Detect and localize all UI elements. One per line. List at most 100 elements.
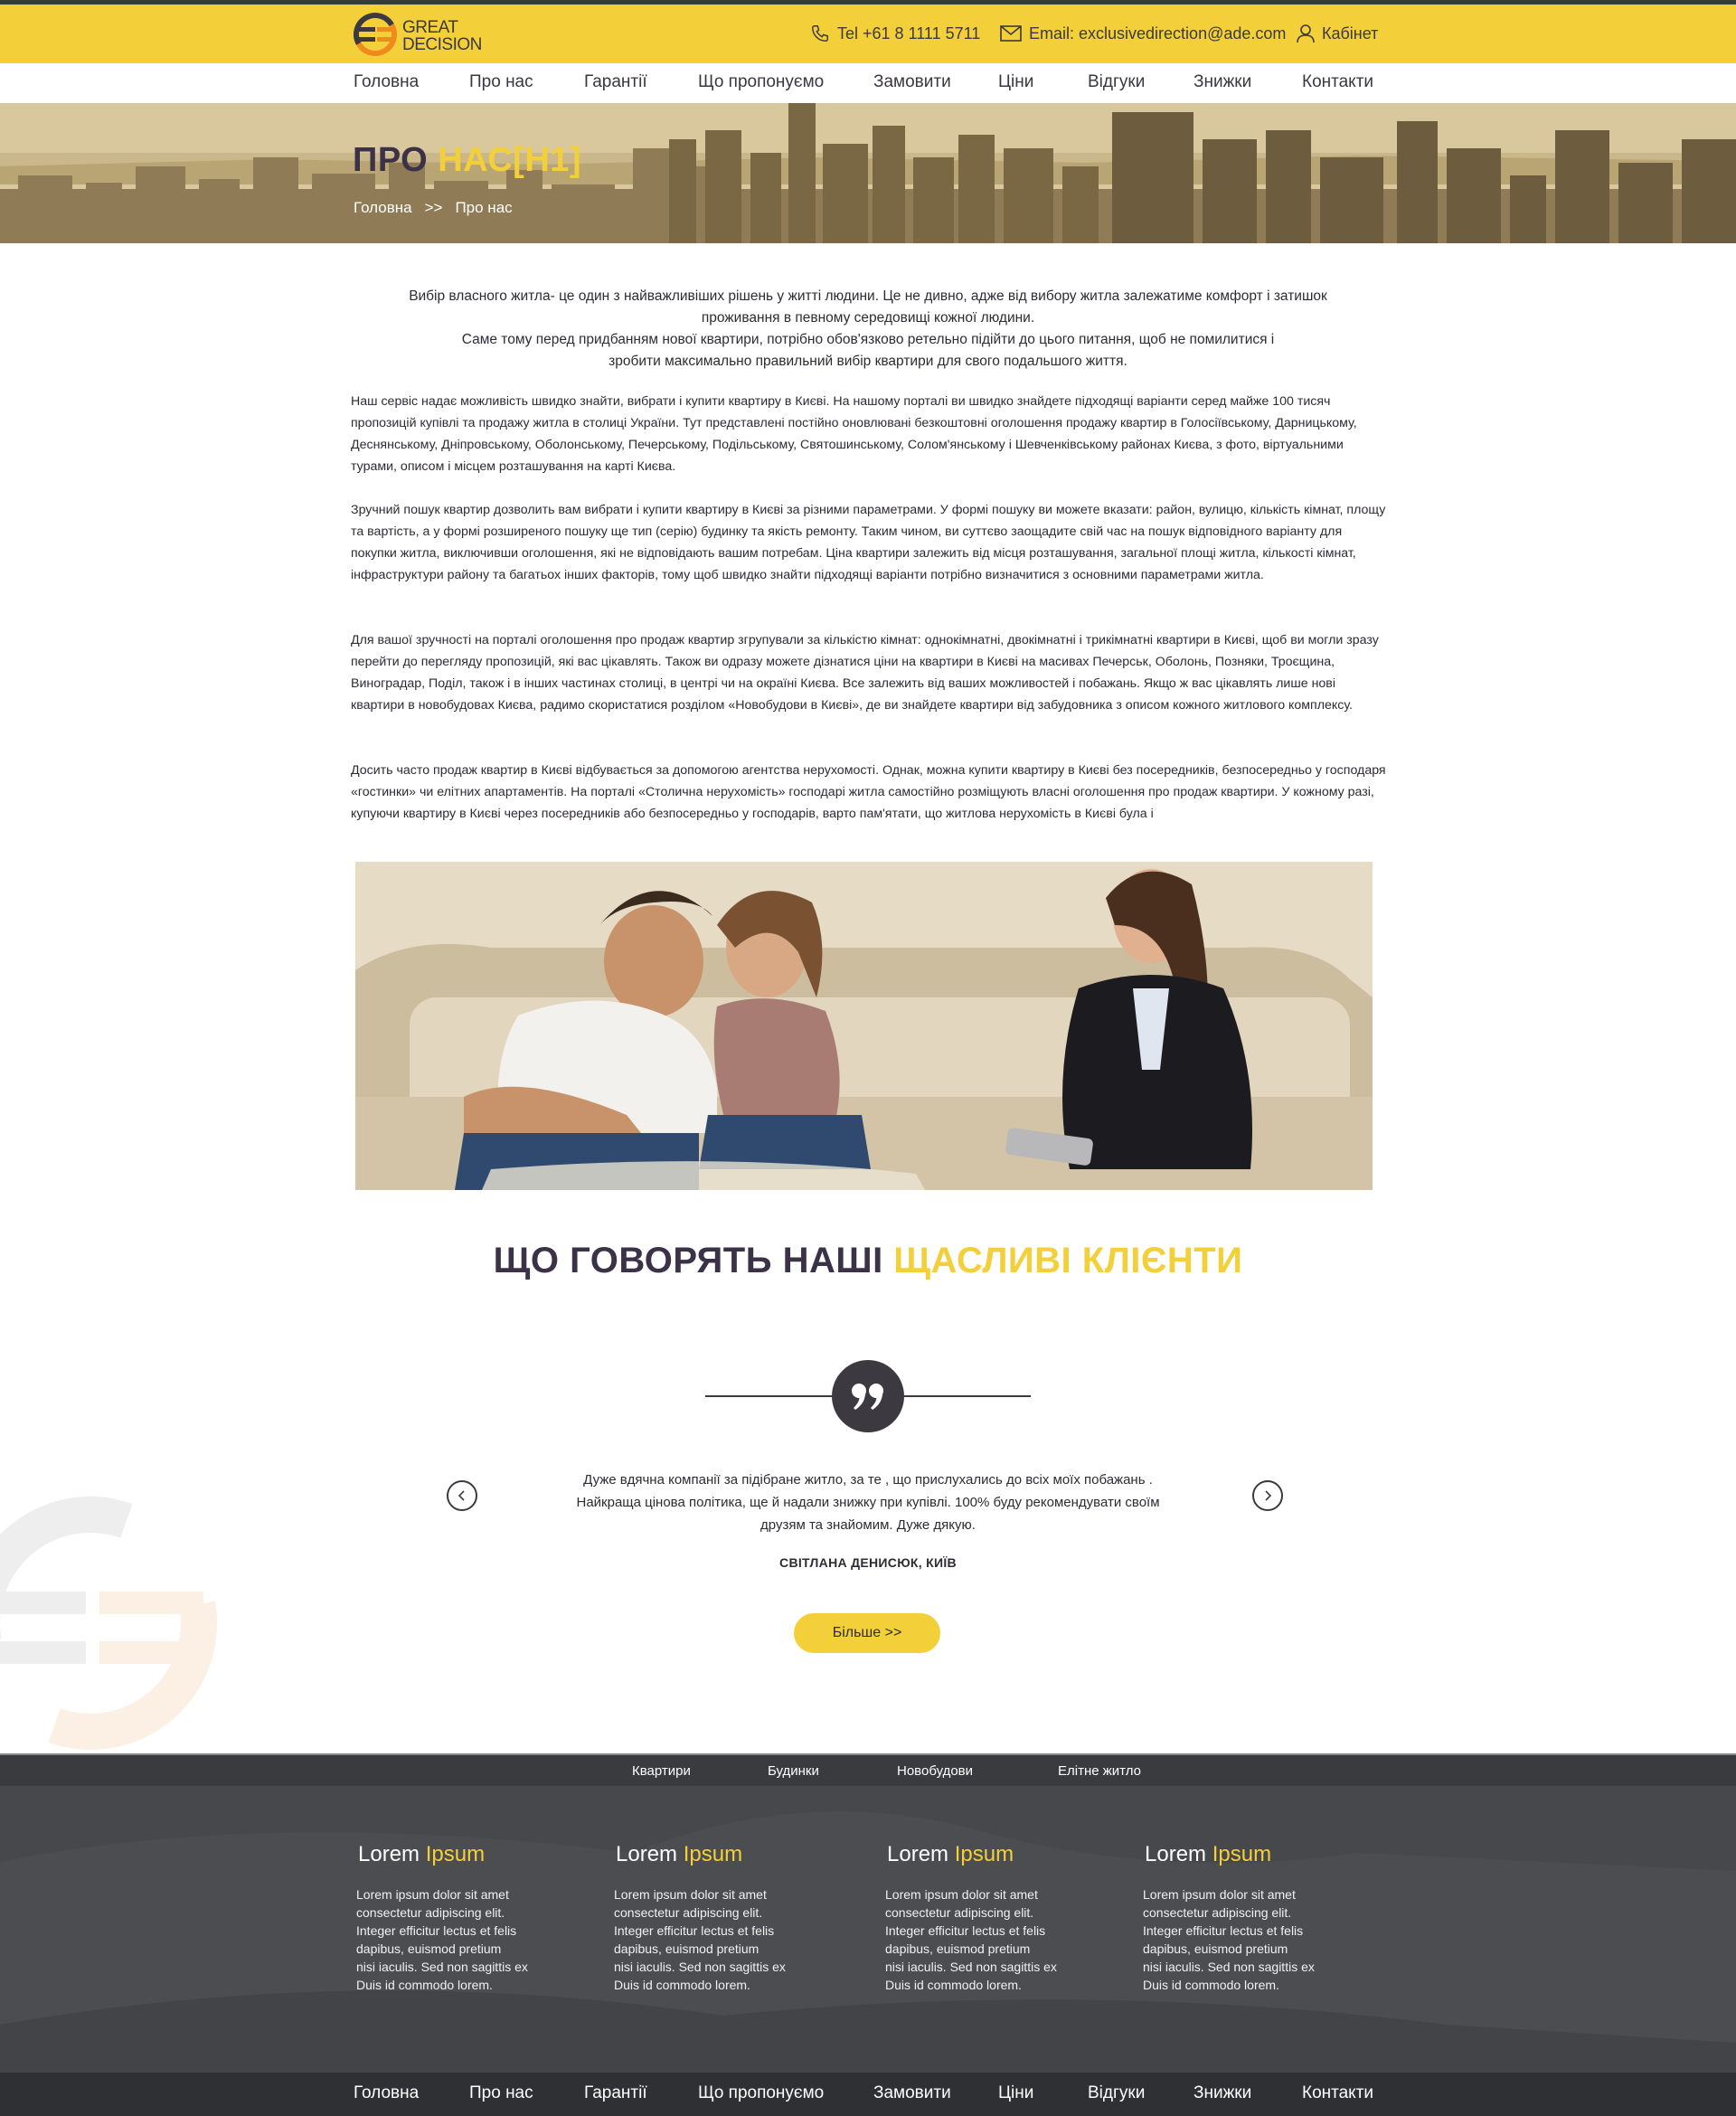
footer-title-highlight: Ipsum [1212,1842,1272,1866]
footer-line: Integer efficitur lectus et felis [885,1923,1046,1938]
footer-line: Duis id commodo lorem. [614,1978,750,1992]
footer-line: nisi iaculis. Sed non sagittis ex [885,1960,1057,1974]
phone-icon [812,25,828,42]
footer-line: consectetur adipiscing elit. [1143,1905,1292,1920]
footer-title-highlight: Ipsum [425,1842,486,1866]
quote-badge [832,1360,904,1432]
review-line: друзям та знайомим. Дуже дякую. [760,1517,976,1533]
footer-line: Integer efficitur lectus et felis [1143,1923,1304,1938]
nav-discounts[interactable]: Знижки [1194,72,1251,92]
next-review-button[interactable] [1252,1480,1283,1511]
quote-icon [852,1384,883,1410]
footer-nav-reviews[interactable]: Відгуки [1088,2083,1145,2103]
review-text: Дуже вдячна компанії за підібране житло,… [542,1469,1194,1536]
quote-divider-right [904,1395,1031,1397]
footer-title-highlight: Ipsum [683,1842,743,1866]
nav-contacts[interactable]: Контакти [1302,72,1373,92]
article-paragraph: Для вашої зручності на порталі оголошенн… [351,633,1379,713]
footer-column-text: Lorem ipsum dolor sit amet consectetur a… [356,1885,564,1994]
more-reviews-button[interactable]: Більше >> [794,1613,940,1653]
footer-nav-prices[interactable]: Ціни [998,2083,1033,2103]
logo-line-1: GREAT [402,18,458,37]
logo-line-2: DECISION [402,35,482,54]
page-title-highlight: НАС[H1] [438,141,582,179]
footer-nav-guarantees[interactable]: Гарантії [584,2083,647,2103]
breadcrumb-current: Про нас [455,199,513,216]
footer-title-main: Lorem [616,1842,684,1866]
footer-category-elite[interactable]: Елітне житло [1058,1763,1141,1779]
logo-text: GREAT DECISION [402,19,482,53]
phone-contact[interactable]: Tel +61 8 1111 5711 [810,23,980,44]
reviews-heading-highlight: ЩАСЛИВІ КЛІЄНТИ [893,1241,1243,1280]
footer-nav-about[interactable]: Про нас [469,2083,533,2103]
cabinet-link[interactable]: Кабінет [1297,23,1378,44]
breadcrumb: Головна >> Про нас [354,199,513,217]
footer-line: consectetur adipiscing elit. [356,1905,505,1920]
chevron-right-icon [1265,1490,1272,1501]
footer-nav: Головна Про нас Гарантії Що пропонуємо З… [0,2073,1736,2116]
footer-categories: Квартири Будинки Новобудови Елітне житло [0,1753,1736,1786]
footer-title-highlight: Ipsum [954,1842,1014,1866]
clients-signing-photo [355,862,1373,1190]
footer-category-new-buildings[interactable]: Новобудови [897,1763,973,1779]
page-title-main: ПРО [353,141,439,179]
logo[interactable]: GREAT DECISION [353,12,497,59]
footer-line: consectetur adipiscing elit. [885,1905,1034,1920]
quote-divider-left [705,1395,832,1397]
footer-title-main: Lorem [1145,1842,1212,1866]
footer: Квартири Будинки Новобудови Елітне житло… [0,1753,1736,2116]
nav-home[interactable]: Головна [354,72,419,92]
nav-reviews[interactable]: Відгуки [1088,72,1145,92]
footer-nav-offers[interactable]: Що пропонуємо [698,2083,824,2103]
intro-line: Вибір власного житла- це один з найважли… [409,288,1327,304]
footer-line: Duis id commodo lorem. [885,1978,1022,1992]
footer-title-main: Lorem [887,1842,955,1866]
header: GREAT DECISION Tel +61 8 1111 5711 Email… [0,5,1736,63]
nav-guarantees[interactable]: Гарантії [584,72,647,92]
footer-column-title: Lorem Ipsum [887,1842,1093,1867]
footer-column-text: Lorem ipsum dolor sit amet consectetur a… [1143,1885,1351,1994]
reviews-heading-main: ЩО ГОВОРЯТЬ НАШІ [493,1241,894,1280]
city-skyline-image [0,103,1736,243]
article-paragraph: Зручний пошук квартир дозволить вам вибр… [351,503,1386,582]
article-paragraph: Наш сервіс надає можливість швидко знайт… [351,394,1357,474]
cabinet-label: Кабінет [1322,24,1379,43]
review-author: СВІТЛАНА ДЕНИСЮК, КИЇВ [779,1555,957,1570]
prev-review-button[interactable] [447,1480,477,1511]
footer-line: nisi iaculis. Sed non sagittis ex [614,1960,786,1974]
breadcrumb-home[interactable]: Головна [354,199,412,217]
intro-line: зробити максимально правильний вибір ква… [609,354,1127,369]
footer-line: consectetur adipiscing elit. [614,1905,763,1920]
footer-line: Integer efficitur lectus et felis [356,1923,517,1938]
footer-column-text: Lorem ipsum dolor sit amet consectetur a… [885,1885,1093,1994]
footer-category-apartments[interactable]: Квартири [632,1763,691,1779]
footer-line: Duis id commodo lorem. [1143,1978,1279,1992]
footer-line: nisi iaculis. Sed non sagittis ex [356,1960,528,1974]
main-nav: Головна Про нас Гарантії Що пропонуємо З… [0,63,1736,103]
footer-nav-discounts[interactable]: Знижки [1194,2083,1251,2103]
intro-text: Вибір власного житла- це один з найважли… [353,286,1383,373]
nav-offers[interactable]: Що пропонуємо [698,72,824,92]
review-line: Дуже вдячна компанії за підібране житло,… [583,1472,1153,1488]
footer-line: Integer efficitur lectus et felis [614,1923,775,1938]
footer-line: dapibus, euismod pretium [885,1941,1031,1956]
footer-line: nisi iaculis. Sed non sagittis ex [1143,1960,1315,1974]
email-address: Email: exclusivedirection@ade.com [1029,24,1287,43]
nav-prices[interactable]: Ціни [998,72,1033,92]
footer-nav-home[interactable]: Головна [354,2083,419,2103]
footer-line: Lorem ipsum dolor sit amet [885,1887,1038,1902]
footer-line: dapibus, euismod pretium [356,1941,502,1956]
mail-icon [1000,25,1022,42]
footer-line: Lorem ipsum dolor sit amet [1143,1887,1296,1902]
footer-nav-order[interactable]: Замовити [873,2083,951,2103]
email-contact[interactable]: Email: exclusivedirection@ade.com [1000,23,1286,44]
footer-category-houses[interactable]: Будинки [768,1763,819,1779]
article-paragraph: Досить часто продаж квартир в Києві відб… [351,763,1386,821]
nav-order[interactable]: Замовити [873,72,951,92]
footer-title-main: Lorem [358,1842,426,1866]
footer-line: dapibus, euismod pretium [1143,1941,1288,1956]
nav-about[interactable]: Про нас [469,72,533,92]
footer-nav-contacts[interactable]: Контакти [1302,2083,1373,2103]
footer-column-title: Lorem Ipsum [358,1842,564,1867]
footer-column: Lorem Ipsum Lorem ipsum dolor sit amet c… [1143,1842,1351,1994]
